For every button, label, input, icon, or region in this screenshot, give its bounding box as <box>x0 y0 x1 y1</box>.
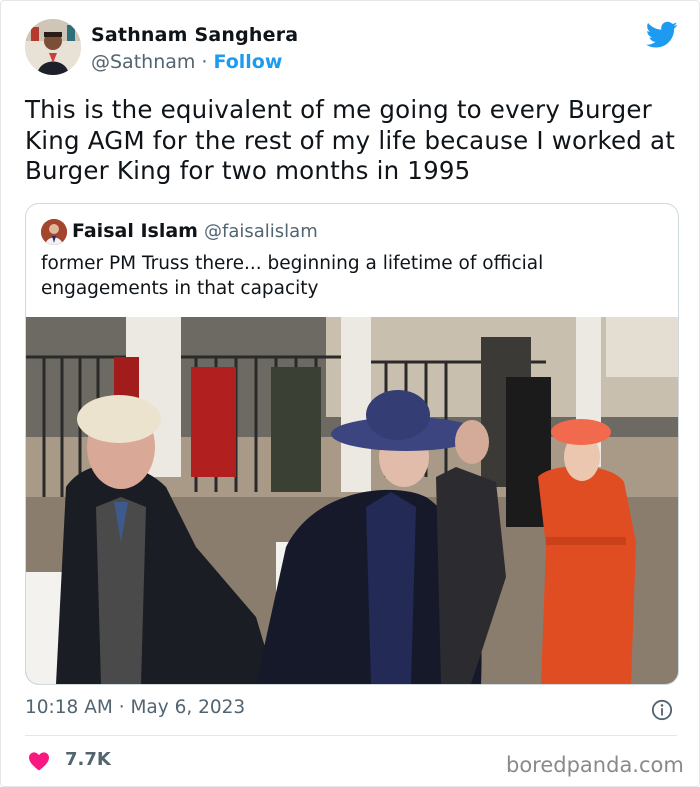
author-avatar[interactable] <box>25 19 81 75</box>
quoted-author-handle[interactable]: @faisalislam <box>204 221 318 242</box>
quoted-author-name[interactable]: Faisal Islam <box>72 220 198 242</box>
quoted-tweet-photo[interactable] <box>26 317 678 684</box>
twitter-bird-icon[interactable] <box>646 21 678 49</box>
handle-separator: · <box>195 51 214 73</box>
author-handle-line: @Sathnam · Follow <box>91 51 282 73</box>
like-count[interactable]: 7.7K <box>65 749 111 770</box>
author-handle[interactable]: @Sathnam <box>91 51 195 73</box>
heart-icon[interactable] <box>28 751 50 771</box>
author-name[interactable]: Sathnam Sanghera <box>91 24 298 46</box>
follow-button[interactable]: Follow <box>214 51 283 73</box>
tweet-text: This is the equivalent of me going to ev… <box>25 95 675 185</box>
tweet-card: Sathnam Sanghera @Sathnam · Follow This … <box>0 0 700 787</box>
info-icon[interactable] <box>651 699 673 721</box>
quoted-tweet[interactable]: Faisal Islam @faisalislam former PM Trus… <box>25 203 679 685</box>
tweet-timestamp[interactable]: 10:18 AM · May 6, 2023 <box>25 697 245 718</box>
watermark: boredpanda.com <box>506 753 684 777</box>
divider <box>25 735 677 736</box>
quoted-author-avatar[interactable] <box>41 219 67 245</box>
quoted-tweet-text: former PM Truss there... beginning a lif… <box>41 253 544 299</box>
